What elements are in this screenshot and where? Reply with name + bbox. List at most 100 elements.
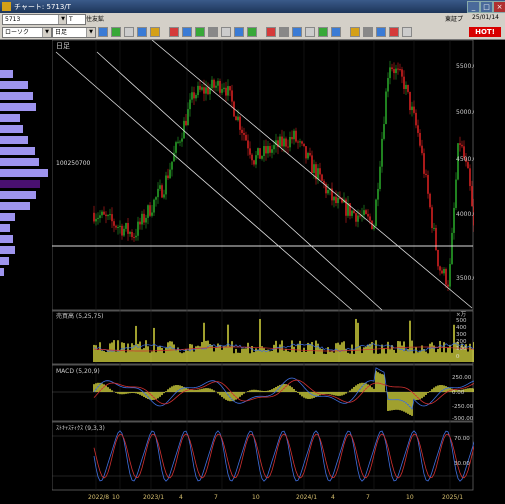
toolbar-tool-icon[interactable] (318, 27, 328, 37)
volume-bar (209, 344, 211, 362)
candle-body (447, 285, 449, 287)
minimize-button[interactable]: _ (467, 1, 480, 13)
macd-histogram-bar (351, 389, 353, 392)
toolbar-tool-icon[interactable] (169, 27, 179, 37)
macd-histogram-bar (353, 387, 355, 392)
candle-body (205, 87, 207, 93)
toolbar-tool-icon[interactable] (137, 27, 147, 37)
toolbar-tool-icon[interactable] (208, 27, 218, 37)
close-button[interactable]: × (493, 1, 505, 13)
volume-bar (157, 347, 159, 362)
toolbar-tool-icon[interactable] (182, 27, 192, 37)
toolbar-tool-icon[interactable] (221, 27, 231, 37)
volume-profile-bar (0, 257, 9, 265)
volume-bar (249, 353, 251, 362)
candle-body (169, 170, 171, 178)
exchange-select[interactable]: T (66, 14, 86, 25)
x-axis-tick: 7 (214, 494, 218, 501)
candle-body (231, 90, 233, 101)
volume-bar (203, 323, 205, 362)
volume-bar (121, 342, 123, 362)
toolbar-tool-icon[interactable] (350, 27, 360, 37)
candle-body (149, 205, 151, 216)
toolbar-tool-icon[interactable] (195, 27, 205, 37)
toolbar-tool-icon[interactable] (150, 27, 160, 37)
volume-profile-bar (0, 136, 28, 144)
macd-histogram-bar (105, 386, 107, 392)
volume-bar (343, 341, 345, 362)
candle-body (127, 223, 129, 234)
symbol-input[interactable]: 5713 ▼ (2, 14, 68, 25)
volume-bar (429, 344, 431, 362)
x-axis-tick: 4 (331, 494, 335, 501)
volume-bar (173, 344, 175, 362)
macd-histogram-bar (359, 383, 361, 392)
macd-histogram-bar (217, 392, 219, 393)
macd-histogram-bar (233, 392, 235, 401)
hot-badge[interactable]: HOT! (469, 27, 501, 37)
toolbar-tool-icon[interactable] (402, 27, 412, 37)
toolbar-tool-icon[interactable] (331, 27, 341, 37)
candle-body (455, 180, 457, 208)
macd-histogram-bar (311, 392, 313, 399)
volume-bar (163, 353, 165, 362)
toolbar-tool-icon[interactable] (292, 27, 302, 37)
chart-style-select[interactable]: ローソク ▼ (2, 27, 52, 38)
volume-bar (315, 341, 317, 362)
candle-body (139, 222, 141, 225)
chart-canvas[interactable]: 日足 100250700 売買高 (5,25,75) MACD (5,20,9)… (52, 40, 474, 502)
macd-histogram-bar (411, 392, 413, 416)
volume-bar (355, 319, 357, 362)
toolbar-tool-icon[interactable] (111, 27, 121, 37)
volume-bar (231, 341, 233, 362)
toolbar-tool-icon[interactable] (98, 27, 108, 37)
toolbar-tool-icon[interactable] (363, 27, 373, 37)
chevron-down-icon[interactable]: ▼ (42, 28, 51, 37)
toolbar-tool-icon[interactable] (389, 27, 399, 37)
volume-bar (99, 342, 101, 362)
volume-bar (331, 351, 333, 362)
period-select[interactable]: 日足 ▼ (52, 27, 96, 38)
volume-bar (357, 323, 359, 362)
chevron-down-icon[interactable]: ▼ (86, 28, 95, 37)
volume-bar (473, 342, 474, 362)
volume-bar (309, 345, 311, 362)
volume-profile-bar (0, 202, 30, 210)
stock-name: 住友鉱 (86, 14, 104, 23)
toolbar-tool-icon[interactable] (279, 27, 289, 37)
macd-histogram-bar (289, 386, 291, 392)
candle-body (165, 176, 167, 195)
toolbar-tool-icon[interactable] (376, 27, 386, 37)
volume-bar (373, 353, 375, 362)
volume-bar (223, 346, 225, 362)
volume-bar (289, 352, 291, 362)
candle-body (425, 174, 427, 175)
volume-bar (101, 351, 103, 362)
candle-body (215, 86, 217, 88)
macd-histogram-bar (247, 391, 249, 392)
volume-bar (367, 345, 369, 362)
candle-body (413, 107, 415, 113)
volume-bar (191, 344, 193, 362)
macd-y-tick: -500.00 (452, 416, 474, 422)
chart-area[interactable]: 日足 100250700 売買高 (5,25,75) MACD (5,20,9)… (52, 40, 474, 502)
macd-histogram-bar (179, 385, 181, 392)
macd-histogram-bar (421, 392, 423, 398)
toolbar-tool-icon[interactable] (234, 27, 244, 37)
toolbar-tool-icon[interactable] (247, 27, 257, 37)
maximize-button[interactable]: □ (480, 1, 493, 13)
toolbar-tool-icon[interactable] (305, 27, 315, 37)
candle-body (397, 69, 399, 70)
volume-bar (169, 341, 171, 362)
macd-histogram-bar (211, 389, 213, 392)
candle-body (201, 87, 203, 90)
volume-bar (261, 346, 263, 362)
toolbar-tool-icon[interactable] (266, 27, 276, 37)
macd-histogram-bar (431, 389, 433, 392)
macd-histogram-bar (227, 392, 229, 401)
volume-profile-bar (0, 158, 39, 166)
toolbar-tool-icon[interactable] (124, 27, 134, 37)
macd-histogram-bar (291, 387, 293, 392)
price-panel (52, 40, 473, 310)
macd-histogram-bar (205, 388, 207, 392)
